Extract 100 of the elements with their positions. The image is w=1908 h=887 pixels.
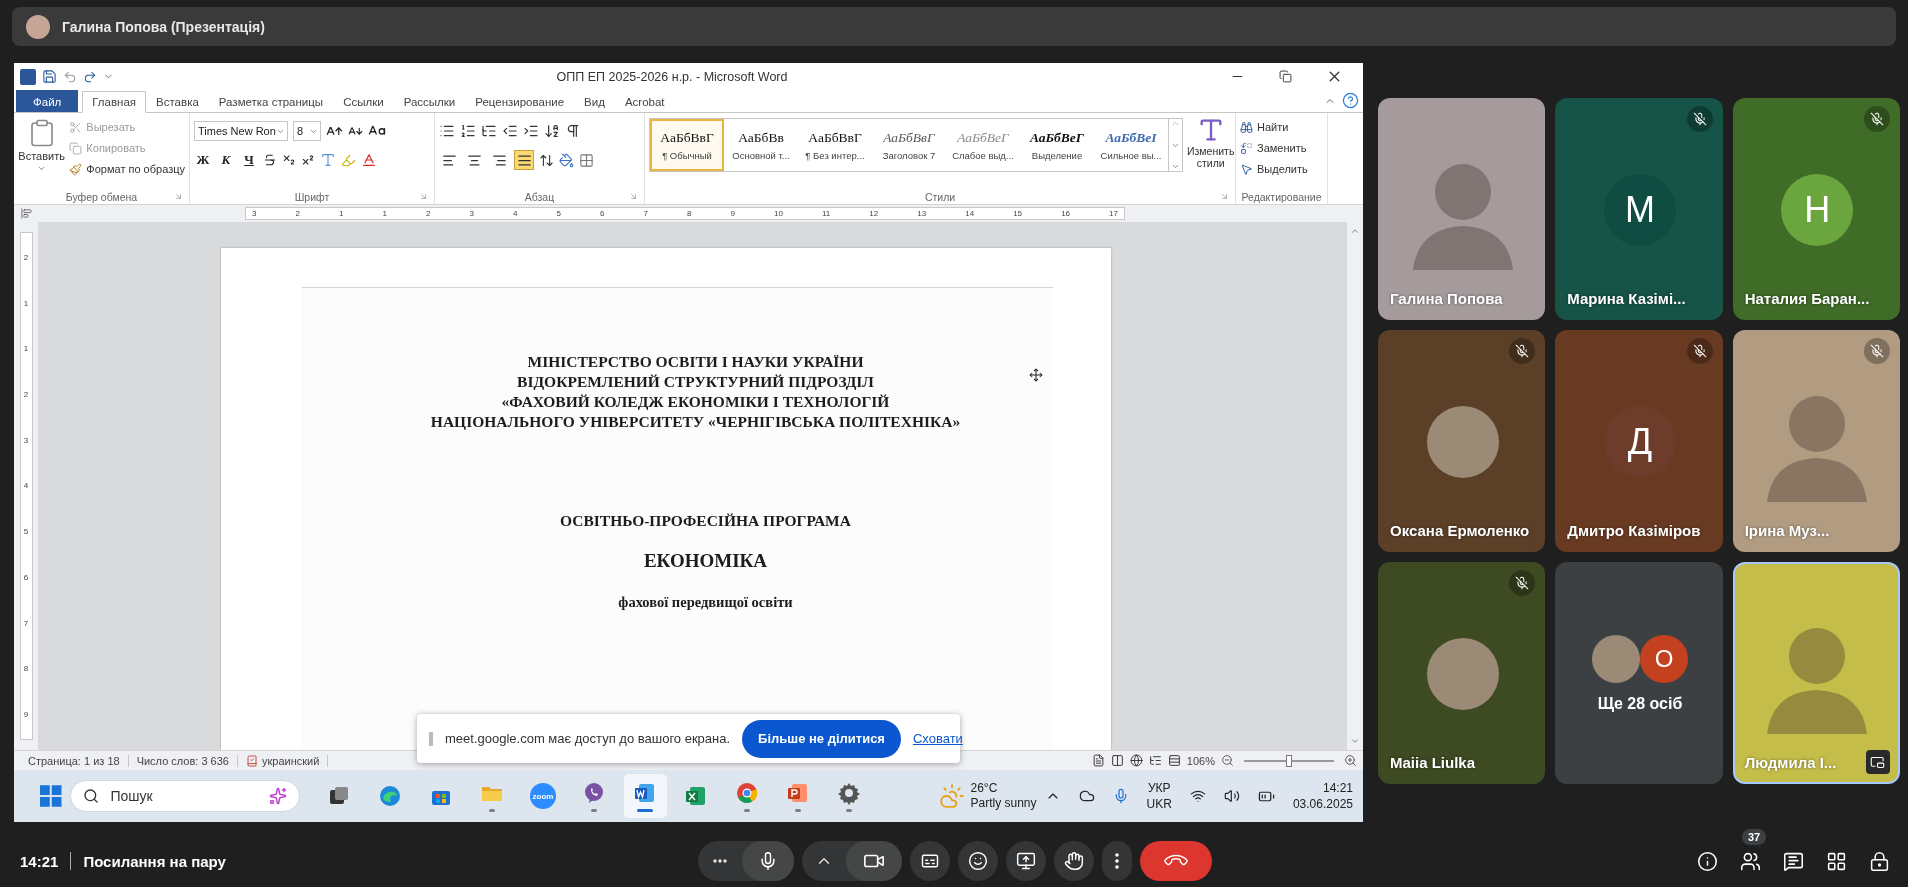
file-tab[interactable]: Файл bbox=[16, 90, 79, 112]
zoom-slider-thumb[interactable] bbox=[1286, 754, 1292, 767]
taskbar-app-button[interactable] bbox=[623, 774, 667, 818]
font-color-icon[interactable] bbox=[361, 152, 377, 168]
volume-icon[interactable] bbox=[1223, 788, 1240, 804]
undo-icon[interactable] bbox=[63, 69, 77, 84]
zoom-level[interactable]: 106% bbox=[1186, 754, 1215, 767]
style-item[interactable]: АаБбВвГ ¶ Обычный bbox=[650, 119, 724, 171]
sort-icon[interactable] bbox=[544, 123, 560, 139]
style-item[interactable]: АаБбВеГ Слабое выд... bbox=[946, 119, 1020, 171]
reading-view-icon[interactable] bbox=[1110, 754, 1124, 767]
ribbon-tab[interactable]: Вид bbox=[574, 90, 615, 112]
editing-command[interactable]: Выделить bbox=[1240, 160, 1308, 178]
align-icon bbox=[441, 152, 457, 168]
ribbon-tab[interactable]: Рассылки bbox=[393, 90, 466, 112]
app-icon[interactable] bbox=[20, 68, 36, 85]
text-effects-icon[interactable] bbox=[320, 152, 336, 168]
subscript-icon[interactable] bbox=[282, 153, 296, 167]
present-button[interactable] bbox=[1006, 841, 1046, 881]
hide-link[interactable]: Сховати bbox=[912, 731, 963, 746]
numbering-icon[interactable] bbox=[460, 123, 476, 139]
clock-time[interactable]: 14:21 bbox=[1322, 780, 1353, 796]
paste-button[interactable]: Вставить bbox=[18, 116, 66, 189]
save-icon[interactable] bbox=[42, 69, 57, 84]
participant-tile[interactable]: Оксана Ермоленко bbox=[1378, 330, 1546, 552]
borders-icon[interactable] bbox=[579, 152, 594, 168]
style-item[interactable]: АаБбВвГ ¶ Без интер... bbox=[798, 119, 872, 171]
participant-tile[interactable]: Н Наталия Баран... bbox=[1732, 98, 1900, 320]
strikethrough-icon[interactable] bbox=[263, 153, 277, 167]
mic-button[interactable] bbox=[742, 841, 794, 881]
language-indicator[interactable]: UKR bbox=[1146, 796, 1172, 812]
pilcrow-icon[interactable] bbox=[565, 123, 581, 139]
clipboard-command[interactable]: Формат по образцу bbox=[69, 160, 185, 178]
change-styles-button[interactable]: Изменить стили bbox=[1187, 116, 1235, 189]
activities-icon[interactable] bbox=[1826, 850, 1847, 872]
font-size-field[interactable]: 8 bbox=[293, 121, 321, 141]
picture-in-picture-icon bbox=[1870, 754, 1886, 770]
ribbon-tab[interactable]: Acrobat bbox=[614, 90, 675, 112]
line-spacing-icon[interactable] bbox=[539, 152, 554, 168]
font-name-field[interactable]: Times New Ron bbox=[194, 121, 288, 141]
participant-name: Ірина Муз... bbox=[1744, 521, 1830, 539]
style-item[interactable]: АаБбВвГ Заголовок 7 bbox=[872, 119, 946, 171]
ribbon-tab[interactable]: Главная bbox=[82, 91, 147, 113]
indent-icon[interactable] bbox=[523, 123, 539, 139]
stop-sharing-button[interactable]: Більше не ділитися bbox=[742, 719, 901, 758]
more-options-button[interactable] bbox=[1102, 841, 1132, 881]
superscript-icon[interactable] bbox=[301, 153, 315, 167]
outline-icon[interactable] bbox=[1148, 754, 1162, 767]
web-layout-icon[interactable] bbox=[1129, 754, 1143, 767]
outdent-icon[interactable] bbox=[502, 123, 518, 139]
redo-icon[interactable] bbox=[83, 69, 97, 84]
ribbon-tab[interactable]: Рецензирование bbox=[465, 90, 575, 112]
start-icon[interactable] bbox=[40, 785, 62, 807]
editing-command[interactable]: Найти bbox=[1240, 118, 1308, 136]
search-bar[interactable]: Пошук bbox=[69, 780, 300, 812]
participant-tile[interactable]: Д Дмитро Казіміров bbox=[1555, 330, 1723, 552]
draft-icon[interactable] bbox=[1167, 754, 1181, 767]
zoom-in-icon[interactable] bbox=[1344, 754, 1357, 767]
format-button[interactable]: Ж bbox=[194, 152, 212, 168]
ribbon-tab[interactable]: Ссылки bbox=[333, 90, 394, 112]
search-input[interactable]: Пошук bbox=[108, 787, 259, 805]
style-item[interactable]: АаБбВеГ Выделение bbox=[1020, 119, 1094, 171]
align-button[interactable] bbox=[514, 150, 534, 170]
cloud-icon[interactable] bbox=[1078, 788, 1095, 804]
copy-icon bbox=[69, 141, 83, 155]
bullets-icon[interactable] bbox=[439, 123, 455, 139]
style-item[interactable]: АаБбВеІ Сильное вы... bbox=[1094, 119, 1168, 171]
self-view-badge[interactable] bbox=[1866, 750, 1890, 774]
ribbon-tab[interactable]: Разметка страницы bbox=[208, 90, 334, 112]
zoom-out-icon[interactable] bbox=[1221, 754, 1234, 767]
info-icon[interactable] bbox=[1697, 850, 1718, 872]
spellcheck-icon[interactable] bbox=[245, 754, 258, 767]
multilevel-list-icon[interactable] bbox=[481, 123, 497, 139]
ruler-number: 15 bbox=[1013, 209, 1023, 218]
editing-command[interactable]: Заменить bbox=[1240, 139, 1308, 157]
raise-hand-button[interactable] bbox=[1054, 841, 1094, 881]
tab-stop-icon[interactable] bbox=[20, 208, 32, 219]
end-call-button[interactable] bbox=[1140, 841, 1212, 881]
wifi-icon[interactable] bbox=[1189, 788, 1206, 804]
style-item[interactable]: АаБбВв Основной т... bbox=[724, 119, 798, 171]
camera-button[interactable] bbox=[846, 841, 902, 881]
restore-icon[interactable] bbox=[1279, 70, 1292, 83]
chat-icon[interactable] bbox=[1783, 850, 1804, 872]
help-icon[interactable] bbox=[1342, 92, 1359, 109]
emoji-button[interactable] bbox=[958, 841, 998, 881]
print-layout-icon[interactable] bbox=[1091, 754, 1105, 767]
ribbon-tab[interactable]: Вставка bbox=[146, 90, 209, 112]
participant-tile[interactable]: Maiia Liulka bbox=[1378, 562, 1546, 784]
clock-date[interactable]: 03.06.2025 bbox=[1292, 796, 1353, 812]
paint-bucket-icon[interactable] bbox=[559, 152, 574, 168]
format-button[interactable]: Ч bbox=[240, 152, 258, 168]
language-indicator[interactable]: УКР bbox=[1147, 780, 1171, 796]
more-participants-tile[interactable]: О Ще 28 осіб bbox=[1555, 562, 1723, 784]
participant-tile[interactable]: М Марина Казімі... bbox=[1555, 98, 1723, 320]
drag-handle-icon[interactable] bbox=[429, 731, 433, 746]
captions-button[interactable] bbox=[910, 841, 950, 881]
more-icon[interactable] bbox=[1171, 162, 1180, 171]
people-icon[interactable] bbox=[1740, 850, 1761, 872]
format-button[interactable]: К bbox=[217, 152, 235, 168]
host-controls-icon[interactable] bbox=[1869, 850, 1890, 872]
